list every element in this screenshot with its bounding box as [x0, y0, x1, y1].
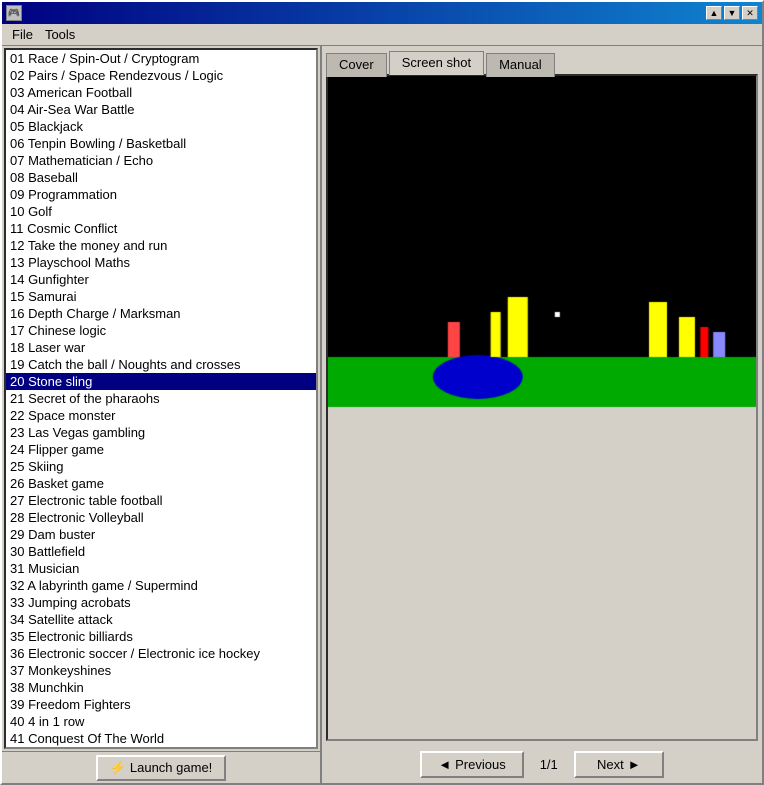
- prev-arrow-icon: ◄: [438, 757, 451, 772]
- tab-bar: Cover Screen shot Manual: [322, 46, 762, 74]
- game-list-item[interactable]: 07 Mathematician / Echo: [6, 152, 316, 169]
- game-list-item[interactable]: 12 Take the money and run: [6, 237, 316, 254]
- game-list-item[interactable]: 08 Baseball: [6, 169, 316, 186]
- game-list-item[interactable]: 41 Conquest Of The World: [6, 730, 316, 747]
- game-list-item[interactable]: 29 Dam buster: [6, 526, 316, 543]
- game-list-item[interactable]: 20 Stone sling: [6, 373, 316, 390]
- previous-button[interactable]: ◄ Previous: [420, 751, 523, 778]
- next-arrow-icon: ►: [628, 757, 641, 772]
- tab-cover[interactable]: Cover: [326, 53, 387, 77]
- game-list-item[interactable]: 32 A labyrinth game / Supermind: [6, 577, 316, 594]
- nav-bar: ◄ Previous 1/1 Next ►: [322, 745, 762, 783]
- menu-file[interactable]: File: [6, 25, 39, 44]
- main-window: 🎮 ▲ ▼ ✕ File Tools 01 Race / Spin-Out / …: [0, 0, 764, 785]
- title-buttons: ▲ ▼ ✕: [706, 6, 758, 20]
- game-list-item[interactable]: 35 Electronic billiards: [6, 628, 316, 645]
- game-list-item[interactable]: 03 American Football: [6, 84, 316, 101]
- game-list-item[interactable]: 36 Electronic soccer / Electronic ice ho…: [6, 645, 316, 662]
- page-indicator: 1/1: [532, 757, 566, 772]
- game-list-item[interactable]: 14 Gunfighter: [6, 271, 316, 288]
- title-bar-text: 🎮: [6, 5, 22, 21]
- game-list-item[interactable]: 40 4 in 1 row: [6, 713, 316, 730]
- game-list-item[interactable]: 24 Flipper game: [6, 441, 316, 458]
- previous-label: Previous: [455, 757, 506, 772]
- game-list-item[interactable]: 17 Chinese logic: [6, 322, 316, 339]
- menu-tools[interactable]: Tools: [39, 25, 81, 44]
- game-list-item[interactable]: 18 Laser war: [6, 339, 316, 356]
- game-list-item[interactable]: 27 Electronic table football: [6, 492, 316, 509]
- launch-bar: ⚡ Launch game!: [2, 751, 320, 783]
- game-list-item[interactable]: 21 Secret of the pharaohs: [6, 390, 316, 407]
- screenshot-canvas: [328, 76, 756, 739]
- game-list-item[interactable]: 26 Basket game: [6, 475, 316, 492]
- game-list-item[interactable]: 19 Catch the ball / Noughts and crosses: [6, 356, 316, 373]
- maximize-button[interactable]: ▼: [724, 6, 740, 20]
- game-list-item[interactable]: 05 Blackjack: [6, 118, 316, 135]
- next-label: Next: [597, 757, 624, 772]
- game-list-item[interactable]: 16 Depth Charge / Marksman: [6, 305, 316, 322]
- game-list-item[interactable]: 04 Air-Sea War Battle: [6, 101, 316, 118]
- game-list-item[interactable]: 09 Programmation: [6, 186, 316, 203]
- window-icon: 🎮: [6, 5, 22, 21]
- game-list-item[interactable]: 30 Battlefield: [6, 543, 316, 560]
- main-content: 01 Race / Spin-Out / Cryptogram02 Pairs …: [2, 46, 762, 783]
- game-list-item[interactable]: 25 Skiing: [6, 458, 316, 475]
- game-list-item[interactable]: 02 Pairs / Space Rendezvous / Logic: [6, 67, 316, 84]
- launch-icon: ⚡: [110, 760, 126, 776]
- close-button[interactable]: ✕: [742, 6, 758, 20]
- next-button[interactable]: Next ►: [574, 751, 664, 778]
- game-list-item[interactable]: 15 Samurai: [6, 288, 316, 305]
- launch-button[interactable]: ⚡ Launch game!: [96, 755, 227, 781]
- game-list-item[interactable]: 01 Race / Spin-Out / Cryptogram: [6, 50, 316, 67]
- game-list[interactable]: 01 Race / Spin-Out / Cryptogram02 Pairs …: [6, 50, 316, 747]
- game-list-container: 01 Race / Spin-Out / Cryptogram02 Pairs …: [4, 48, 318, 749]
- left-panel: 01 Race / Spin-Out / Cryptogram02 Pairs …: [2, 46, 322, 783]
- game-list-item[interactable]: 10 Golf: [6, 203, 316, 220]
- game-list-item[interactable]: 33 Jumping acrobats: [6, 594, 316, 611]
- game-list-item[interactable]: 06 Tenpin Bowling / Basketball: [6, 135, 316, 152]
- game-list-item[interactable]: 31 Musician: [6, 560, 316, 577]
- minimize-button[interactable]: ▲: [706, 6, 722, 20]
- game-list-item[interactable]: 23 Las Vegas gambling: [6, 424, 316, 441]
- game-list-item[interactable]: 38 Munchkin: [6, 679, 316, 696]
- tab-screenshot[interactable]: Screen shot: [389, 51, 484, 75]
- game-list-item[interactable]: 13 Playschool Maths: [6, 254, 316, 271]
- image-area: [326, 74, 758, 741]
- tab-manual[interactable]: Manual: [486, 53, 555, 77]
- menu-bar: File Tools: [2, 24, 762, 46]
- game-list-item[interactable]: 39 Freedom Fighters: [6, 696, 316, 713]
- launch-label: Launch game!: [130, 760, 212, 775]
- title-bar: 🎮 ▲ ▼ ✕: [2, 2, 762, 24]
- game-list-item[interactable]: 22 Space monster: [6, 407, 316, 424]
- right-panel: Cover Screen shot Manual ◄ Previous 1/1 …: [322, 46, 762, 783]
- game-list-item[interactable]: 37 Monkeyshines: [6, 662, 316, 679]
- game-list-item[interactable]: 34 Satellite attack: [6, 611, 316, 628]
- game-list-item[interactable]: 28 Electronic Volleyball: [6, 509, 316, 526]
- game-list-item[interactable]: 11 Cosmic Conflict: [6, 220, 316, 237]
